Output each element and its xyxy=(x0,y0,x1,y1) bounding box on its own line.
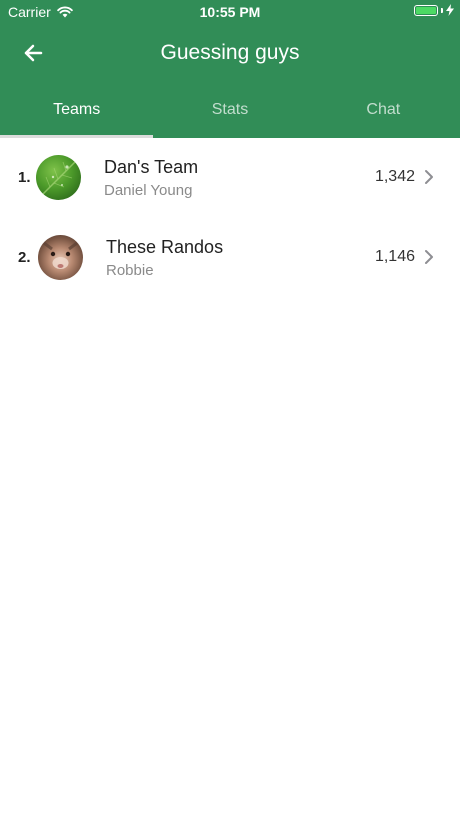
tab-teams[interactable]: Teams xyxy=(0,90,154,138)
team-rank: 2. xyxy=(18,249,31,266)
team-rank: 1. xyxy=(18,169,31,186)
tab-bar: Teams Stats Chat xyxy=(0,90,460,138)
team-avatar xyxy=(36,155,81,200)
battery-indicator xyxy=(414,4,454,16)
charging-bolt-icon xyxy=(446,4,454,16)
team-row[interactable]: 1. Dan's Team Daniel Young 1,342 xyxy=(0,138,460,218)
team-name: These Randos xyxy=(106,237,224,257)
status-bar: Carrier 10:55 PM xyxy=(0,0,460,24)
team-score: 1,342 xyxy=(374,168,415,185)
chevron-right-icon xyxy=(425,250,433,264)
nav-bar: Guessing guys xyxy=(0,28,460,80)
leaf-avatar-image xyxy=(41,160,77,196)
team-score: 1,146 xyxy=(374,248,415,265)
team-captain: Robbie xyxy=(106,262,154,279)
battery-icon xyxy=(414,4,438,16)
team-list: 1. Dan's Team Daniel Young 1,342 2. Thes… xyxy=(0,138,460,298)
battery-level xyxy=(416,6,436,14)
status-time: 10:55 PM xyxy=(199,4,261,20)
pet-avatar-image xyxy=(43,241,78,269)
tab-chat[interactable]: Chat xyxy=(307,90,460,138)
app-screen: Carrier 10:55 PM Guessing guys Teams Sta… xyxy=(0,0,460,818)
team-name: Dan's Team xyxy=(104,157,199,177)
team-row[interactable]: 2. These Randos Robbie 1,146 xyxy=(0,218,460,298)
tab-stats[interactable]: Stats xyxy=(153,90,306,138)
team-captain: Daniel Young xyxy=(104,182,193,199)
chevron-right-icon xyxy=(425,170,433,184)
battery-tip xyxy=(441,7,443,13)
header: Carrier 10:55 PM Guessing guys Teams Sta… xyxy=(0,0,460,138)
page-title: Guessing guys xyxy=(160,41,300,64)
team-avatar xyxy=(38,235,83,280)
